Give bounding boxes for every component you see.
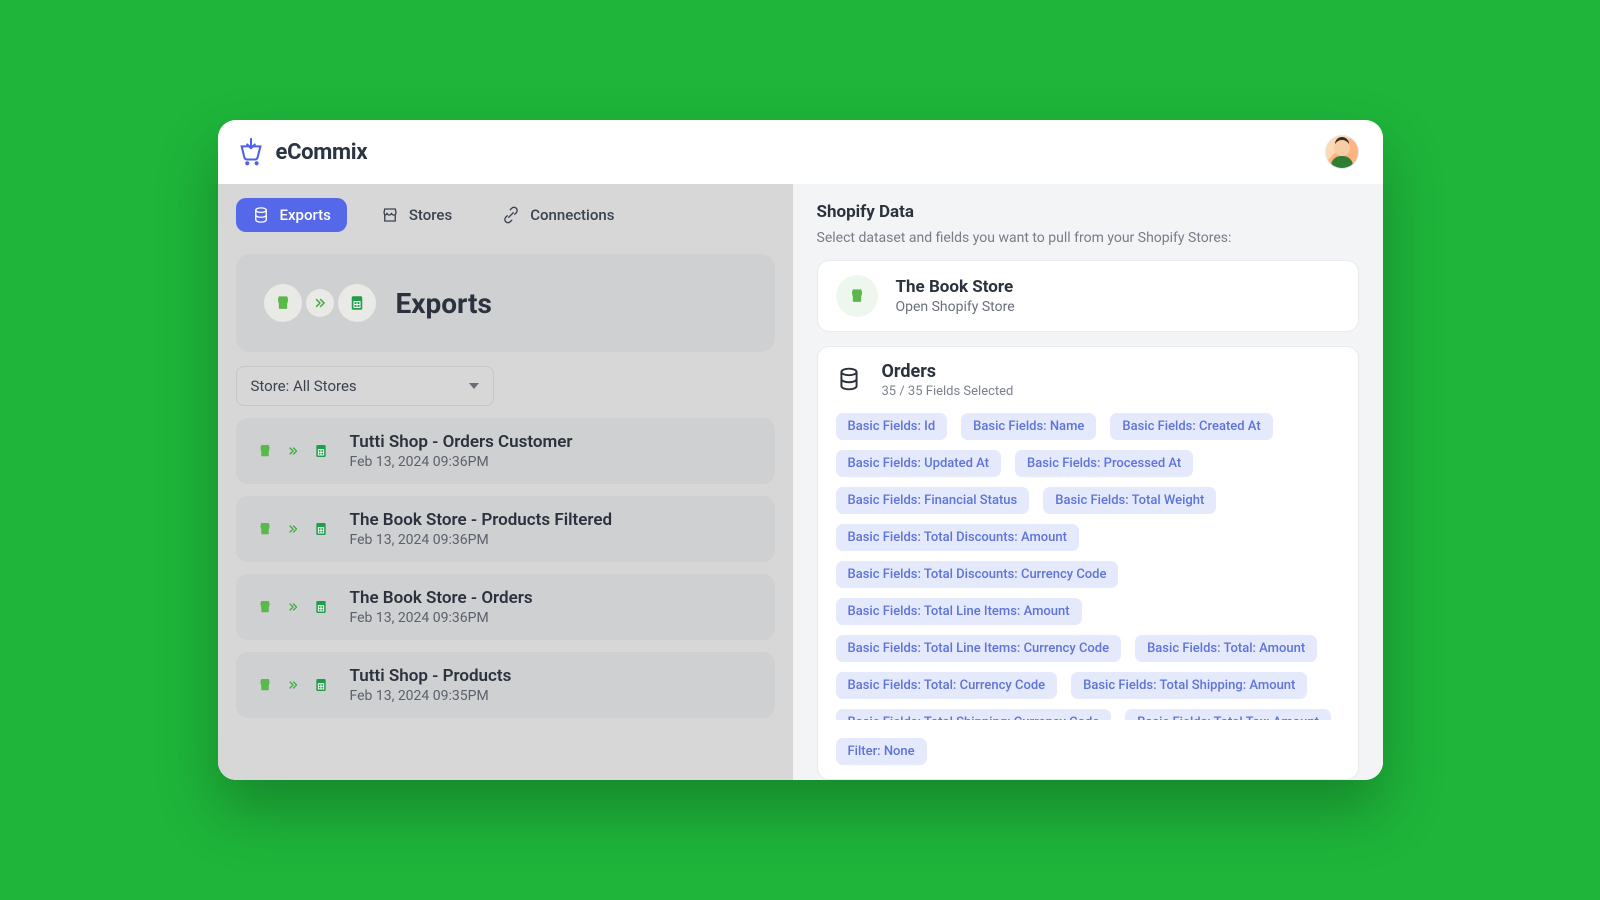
filter-row: Store: All Stores <box>218 352 793 414</box>
hero-icons <box>264 284 376 322</box>
export-item-icons <box>254 518 332 540</box>
brand: eCommix <box>236 137 368 167</box>
shopify-icon <box>264 284 302 322</box>
tab-label: Connections <box>530 206 614 224</box>
tab-exports[interactable]: Exports <box>236 198 347 232</box>
hero-title: Exports <box>396 287 492 320</box>
export-item-timestamp: Feb 13, 2024 09:35PM <box>350 688 512 704</box>
field-chip[interactable]: Basic Fields: Total Weight <box>1043 487 1216 514</box>
left-pane: Exports Stores Connections Exports <box>218 184 793 780</box>
shopify-icon <box>254 518 276 540</box>
tab-connections[interactable]: Connections <box>486 198 630 232</box>
shopify-icon <box>836 275 878 317</box>
export-item[interactable]: The Book Store - Orders Feb 13, 2024 09:… <box>236 574 775 640</box>
topbar: eCommix <box>218 120 1383 184</box>
export-item-timestamp: Feb 13, 2024 09:36PM <box>350 610 533 626</box>
right-pane: Shopify Data Select dataset and fields y… <box>793 184 1383 780</box>
orders-selected-count: 35 / 35 Fields Selected <box>882 384 1014 399</box>
store-action-label: Open Shopify Store <box>896 299 1015 315</box>
export-item-title: The Book Store - Orders <box>350 588 533 608</box>
field-chip[interactable]: Basic Fields: Total: Currency Code <box>836 672 1058 699</box>
export-item-title: Tutti Shop - Products <box>350 666 512 686</box>
body: Exports Stores Connections Exports <box>218 184 1383 780</box>
export-list: Tutti Shop - Orders Customer Feb 13, 202… <box>218 414 793 718</box>
store-card[interactable]: The Book Store Open Shopify Store <box>817 260 1359 332</box>
store-icon <box>381 206 399 224</box>
chevron-down-icon <box>469 383 479 389</box>
export-item-icons <box>254 440 332 462</box>
field-chip[interactable]: Basic Fields: Updated At <box>836 450 1002 477</box>
chevrons-right-icon <box>282 596 304 618</box>
database-icon <box>836 366 864 394</box>
sheets-icon <box>310 518 332 540</box>
field-chip[interactable]: Basic Fields: Total Line Items: Amount <box>836 598 1082 625</box>
field-chip[interactable]: Basic Fields: Id <box>836 413 948 440</box>
chevrons-right-icon <box>282 674 304 696</box>
panel-subtitle: Select dataset and fields you want to pu… <box>817 230 1359 246</box>
shopify-icon <box>254 440 276 462</box>
store-filter-select[interactable]: Store: All Stores <box>236 366 494 406</box>
tab-label: Stores <box>409 206 452 224</box>
field-chip[interactable]: Basic Fields: Total: Amount <box>1135 635 1317 662</box>
field-chip[interactable]: Basic Fields: Processed At <box>1015 450 1193 477</box>
orders-header: Orders 35 / 35 Fields Selected <box>836 361 1340 399</box>
tab-label: Exports <box>280 206 331 224</box>
field-chip[interactable]: Basic Fields: Total Line Items: Currency… <box>836 635 1122 662</box>
field-chip[interactable]: Basic Fields: Created At <box>1110 413 1272 440</box>
export-item[interactable]: The Book Store - Products Filtered Feb 1… <box>236 496 775 562</box>
filter-chip[interactable]: Filter: None <box>836 738 927 765</box>
chevrons-right-icon <box>282 440 304 462</box>
database-icon <box>252 206 270 224</box>
orders-card: Orders 35 / 35 Fields Selected Basic Fie… <box>817 346 1359 780</box>
export-item[interactable]: Tutti Shop - Orders Customer Feb 13, 202… <box>236 418 775 484</box>
sheets-icon <box>338 284 376 322</box>
brand-name: eCommix <box>276 140 368 165</box>
chevrons-right-icon <box>282 518 304 540</box>
export-item[interactable]: Tutti Shop - Products Feb 13, 2024 09:35… <box>236 652 775 718</box>
export-item-timestamp: Feb 13, 2024 09:36PM <box>350 454 573 470</box>
field-chips: Basic Fields: Id Basic Fields: Name Basic … <box>836 413 1340 720</box>
export-item-icons <box>254 596 332 618</box>
shopify-icon <box>254 674 276 696</box>
hero: Exports <box>236 254 775 352</box>
tab-stores[interactable]: Stores <box>365 198 468 232</box>
chevrons-right-icon <box>306 289 334 317</box>
field-chip[interactable]: Basic Fields: Name <box>961 413 1096 440</box>
avatar[interactable] <box>1325 135 1359 169</box>
brand-logo-icon <box>236 137 266 167</box>
store-filter-label: Store: All Stores <box>251 377 357 395</box>
link-icon <box>502 206 520 224</box>
tabs: Exports Stores Connections <box>218 184 793 242</box>
field-chip[interactable]: Basic Fields: Total Tax: Amount <box>1125 709 1331 720</box>
export-item-title: Tutti Shop - Orders Customer <box>350 432 573 452</box>
panel-title: Shopify Data <box>817 202 1359 222</box>
field-chip[interactable]: Basic Fields: Total Shipping: Currency C… <box>836 709 1112 720</box>
store-name: The Book Store <box>896 277 1015 297</box>
orders-title: Orders <box>882 361 1014 382</box>
field-chip[interactable]: Basic Fields: Total Discounts: Amount <box>836 524 1079 551</box>
export-item-icons <box>254 674 332 696</box>
sheets-icon <box>310 674 332 696</box>
field-chip[interactable]: Basic Fields: Total Shipping: Amount <box>1071 672 1307 699</box>
field-chip[interactable]: Basic Fields: Total Discounts: Currency … <box>836 561 1119 588</box>
export-item-timestamp: Feb 13, 2024 09:36PM <box>350 532 613 548</box>
field-chip[interactable]: Basic Fields: Financial Status <box>836 487 1030 514</box>
sheets-icon <box>310 440 332 462</box>
shopify-icon <box>254 596 276 618</box>
sheets-icon <box>310 596 332 618</box>
app-window: eCommix Exports Stores Connections <box>218 120 1383 780</box>
export-item-title: The Book Store - Products Filtered <box>350 510 613 530</box>
